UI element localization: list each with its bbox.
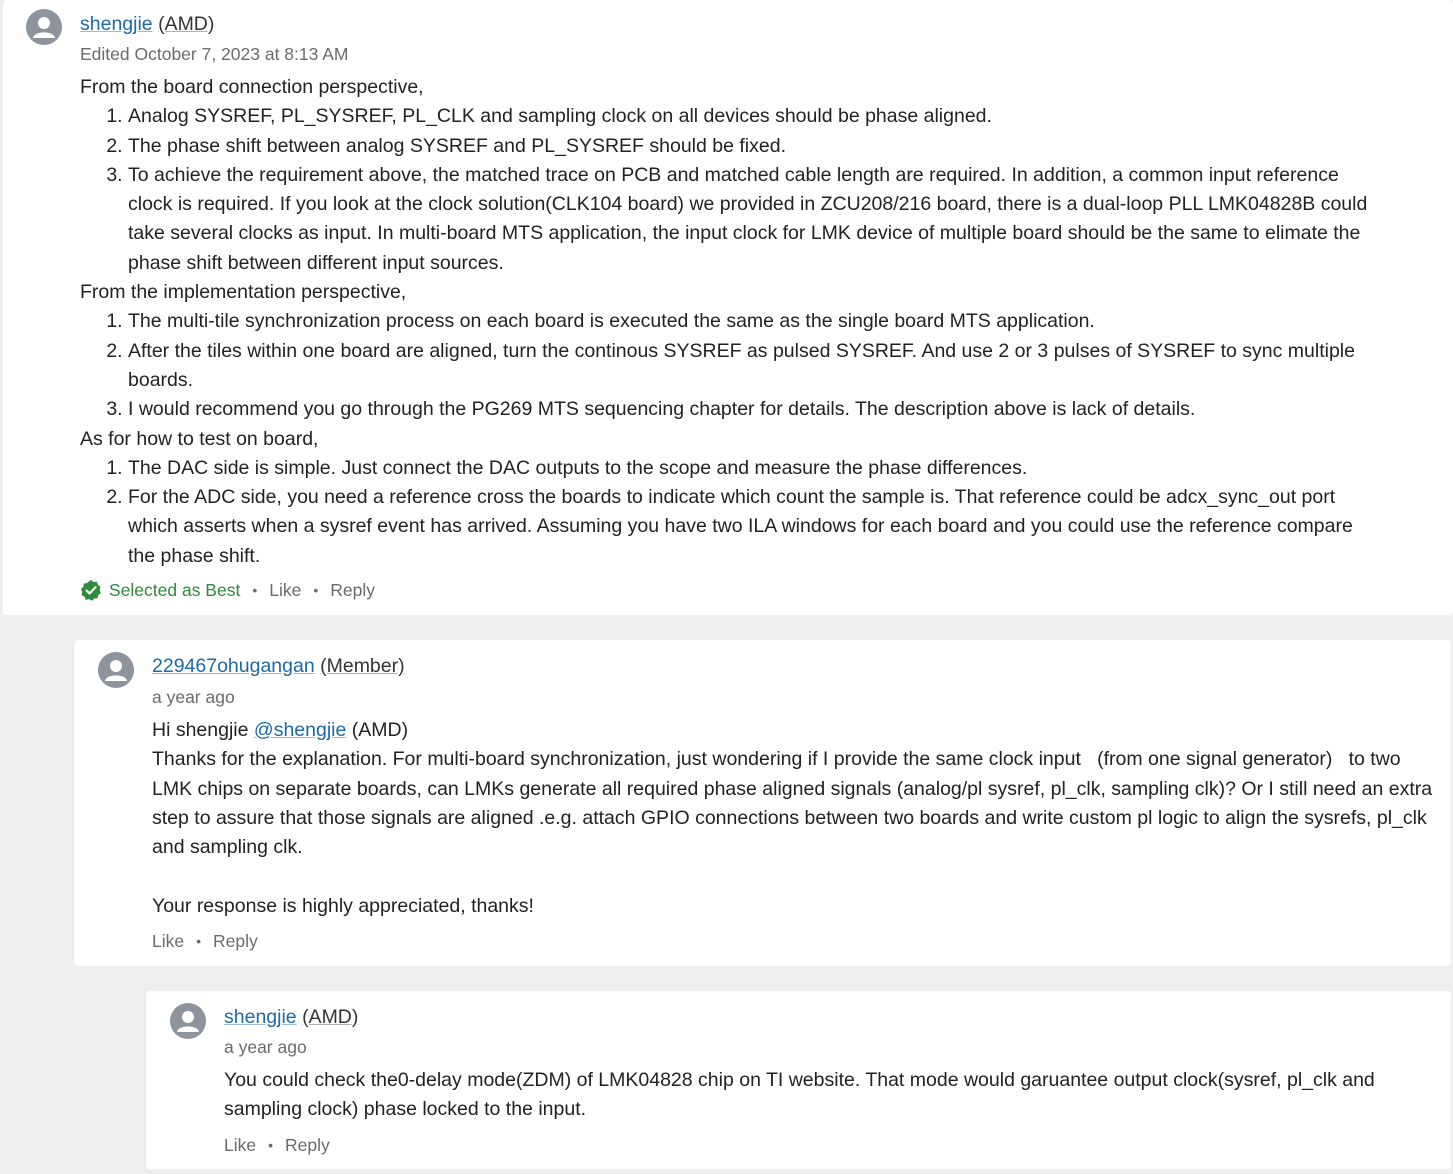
reply-button[interactable]: Reply xyxy=(213,929,258,953)
reply-card: 229467ohugangan (Member) a year ago Hi s… xyxy=(74,640,1451,966)
section-heading: From the board connection perspective, xyxy=(80,76,424,98)
like-button[interactable]: Like xyxy=(224,1133,256,1157)
comment-body: Hi shengjie @shengjie (AMD) Thanks for t… xyxy=(152,716,1437,921)
user-icon xyxy=(33,17,55,38)
comment-actions: Like • Reply xyxy=(152,929,258,953)
greeting-line: Hi shengjie @shengjie (AMD) xyxy=(152,716,1437,745)
author-role: (Member) xyxy=(320,655,405,677)
comment-paragraph: You could check the0-delay mode(ZDM) of … xyxy=(224,1069,1375,1121)
comment-author-line: 229467ohugangan (Member) xyxy=(152,653,405,679)
numbered-list: Analog SYSREF, PL_SYSREF, PL_CLK and sam… xyxy=(80,102,1380,278)
selected-as-best-badge: Selected as Best xyxy=(80,578,240,602)
author-link[interactable]: shengjie xyxy=(224,1006,297,1028)
check-badge-icon xyxy=(80,580,101,601)
comment-author-line: shengjie (AMD) xyxy=(224,1004,358,1030)
list-item: After the tiles within one board are ali… xyxy=(128,337,1380,396)
list-item: To achieve the requirement above, the ma… xyxy=(128,161,1380,278)
list-item: The DAC side is simple. Just connect the… xyxy=(128,454,1380,483)
selected-as-best-label: Selected as Best xyxy=(109,580,241,600)
author-role: (AMD) xyxy=(158,13,215,35)
section-heading: From the implementation perspective, xyxy=(80,281,407,304)
reply-button[interactable]: Reply xyxy=(285,1133,330,1157)
comment-author-line: shengjie (AMD) xyxy=(80,11,214,37)
reply-button[interactable]: Reply xyxy=(330,578,375,602)
comment-card: shengjie (AMD) Edited October 7, 2023 at… xyxy=(3,0,1453,615)
comment-timestamp: a year ago xyxy=(152,687,235,707)
avatar[interactable] xyxy=(98,652,134,688)
list-item: Analog SYSREF, PL_SYSREF, PL_CLK and sam… xyxy=(128,102,1380,131)
author-link[interactable]: 229467ohugangan xyxy=(152,655,315,677)
list-item: The phase shift between analog SYSREF an… xyxy=(128,132,1380,161)
separator-dot: • xyxy=(313,582,319,598)
section-heading: As for how to test on board, xyxy=(80,427,319,450)
comment-timestamp: a year ago xyxy=(224,1037,307,1057)
author-link[interactable]: shengjie xyxy=(80,13,153,35)
separator-dot: • xyxy=(196,933,202,949)
separator-dot: • xyxy=(252,582,258,598)
comment-actions: Like • Reply xyxy=(224,1133,330,1157)
list-item: The multi-tile synchronization process o… xyxy=(128,307,1380,336)
user-icon xyxy=(105,660,127,681)
comment-timestamp: Edited October 7, 2023 at 8:13 AM xyxy=(80,44,349,64)
list-item: For the ADC side, you need a reference c… xyxy=(128,483,1380,571)
comment-body: You could check the0-delay mode(ZDM) of … xyxy=(224,1066,1394,1125)
user-icon xyxy=(177,1011,199,1032)
author-role: (AMD) xyxy=(302,1006,359,1028)
avatar[interactable] xyxy=(26,9,62,45)
numbered-list: The DAC side is simple. Just connect the… xyxy=(80,454,1380,571)
comment-paragraph: Thanks for the explanation. For multi-bo… xyxy=(152,748,1433,859)
avatar[interactable] xyxy=(170,1003,206,1039)
like-button[interactable]: Like xyxy=(152,929,184,953)
like-button[interactable]: Like xyxy=(269,578,301,602)
comment-actions: Selected as Best • Like • Reply xyxy=(80,578,375,602)
comment-paragraph: Your response is highly appreciated, tha… xyxy=(152,894,534,917)
greeting-text: Hi shengjie xyxy=(152,719,249,741)
reply-card: shengjie (AMD) a year ago You could chec… xyxy=(146,991,1451,1169)
list-item: I would recommend you go through the PG2… xyxy=(128,395,1380,424)
numbered-list: The multi-tile synchronization process o… xyxy=(80,307,1380,424)
comment-body: From the board connection perspective, A… xyxy=(80,73,1380,571)
mention-role: (AMD) xyxy=(351,719,409,741)
separator-dot: • xyxy=(268,1137,274,1153)
mention-link[interactable]: @shengjie xyxy=(254,719,346,741)
